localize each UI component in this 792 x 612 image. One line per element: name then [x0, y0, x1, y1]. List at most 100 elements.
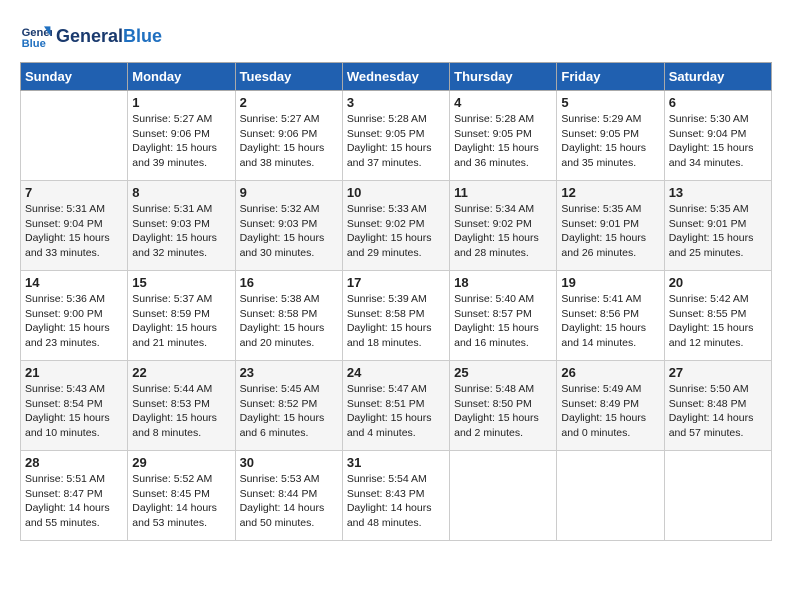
page-header: General Blue General Blue [20, 20, 772, 52]
day-number: 26 [561, 365, 659, 380]
day-info: Sunrise: 5:40 AMSunset: 8:57 PMDaylight:… [454, 292, 552, 351]
calendar-cell: 17 Sunrise: 5:39 AMSunset: 8:58 PMDayligh… [342, 271, 449, 361]
day-info: Sunrise: 5:52 AMSunset: 8:45 PMDaylight:… [132, 472, 230, 531]
day-number: 18 [454, 275, 552, 290]
day-number: 14 [25, 275, 123, 290]
calendar-cell: 13 Sunrise: 5:35 AMSunset: 9:01 PMDayligh… [664, 181, 771, 271]
day-number: 21 [25, 365, 123, 380]
day-number: 13 [669, 185, 767, 200]
calendar-cell: 24 Sunrise: 5:47 AMSunset: 8:51 PMDayligh… [342, 361, 449, 451]
day-info: Sunrise: 5:47 AMSunset: 8:51 PMDaylight:… [347, 382, 445, 441]
day-info: Sunrise: 5:35 AMSunset: 9:01 PMDaylight:… [669, 202, 767, 261]
weekday-header-tuesday: Tuesday [235, 63, 342, 91]
day-info: Sunrise: 5:36 AMSunset: 9:00 PMDaylight:… [25, 292, 123, 351]
calendar-cell: 5 Sunrise: 5:29 AMSunset: 9:05 PMDaylight… [557, 91, 664, 181]
calendar-cell: 4Sunrise: 5:28 AMSunset: 9:05 PMDaylight… [450, 91, 557, 181]
logo-icon: General Blue [20, 20, 52, 52]
calendar-week-5: 28 Sunrise: 5:51 AMSunset: 8:47 PMDayligh… [21, 451, 772, 541]
day-info: Sunrise: 5:51 AMSunset: 8:47 PMDaylight:… [25, 472, 123, 531]
calendar-cell: 27Sunrise: 5:50 AMSunset: 8:48 PMDayligh… [664, 361, 771, 451]
calendar-week-1: 1Sunrise: 5:27 AMSunset: 9:06 PMDaylight… [21, 91, 772, 181]
logo-general: General [56, 26, 123, 47]
calendar-cell: 21 Sunrise: 5:43 AMSunset: 8:54 PMDayligh… [21, 361, 128, 451]
day-number: 19 [561, 275, 659, 290]
day-info: Sunrise: 5:42 AMSunset: 8:55 PMDaylight:… [669, 292, 767, 351]
calendar-cell [21, 91, 128, 181]
weekday-header-wednesday: Wednesday [342, 63, 449, 91]
day-info: Sunrise: 5:27 AMSunset: 9:06 PMDaylight:… [240, 112, 338, 171]
day-info: Sunrise: 5:30 AMSunset: 9:04 PMDaylight:… [669, 112, 767, 171]
day-number: 28 [25, 455, 123, 470]
day-number: 30 [240, 455, 338, 470]
calendar-cell: 28 Sunrise: 5:51 AMSunset: 8:47 PMDayligh… [21, 451, 128, 541]
day-info: Sunrise: 5:31 AMSunset: 9:04 PMDaylight:… [25, 202, 123, 261]
calendar-cell: 1Sunrise: 5:27 AMSunset: 9:06 PMDaylight… [128, 91, 235, 181]
day-number: 22 [132, 365, 230, 380]
calendar-cell: 9 Sunrise: 5:32 AMSunset: 9:03 PMDaylight… [235, 181, 342, 271]
day-info: Sunrise: 5:38 AMSunset: 8:58 PMDaylight:… [240, 292, 338, 351]
calendar-cell: 3Sunrise: 5:28 AMSunset: 9:05 PMDaylight… [342, 91, 449, 181]
weekday-header-friday: Friday [557, 63, 664, 91]
day-number: 20 [669, 275, 767, 290]
calendar-cell: 23 Sunrise: 5:45 AMSunset: 8:52 PMDayligh… [235, 361, 342, 451]
calendar-cell: 14 Sunrise: 5:36 AMSunset: 9:00 PMDayligh… [21, 271, 128, 361]
calendar-cell: 29 Sunrise: 5:52 AMSunset: 8:45 PMDayligh… [128, 451, 235, 541]
weekday-header-sunday: Sunday [21, 63, 128, 91]
day-number: 5 [561, 95, 659, 110]
day-number: 2 [240, 95, 338, 110]
day-info: Sunrise: 5:32 AMSunset: 9:03 PMDaylight:… [240, 202, 338, 261]
day-info: Sunrise: 5:45 AMSunset: 8:52 PMDaylight:… [240, 382, 338, 441]
calendar-cell: 19 Sunrise: 5:41 AMSunset: 8:56 PMDayligh… [557, 271, 664, 361]
day-number: 31 [347, 455, 445, 470]
day-info: Sunrise: 5:53 AMSunset: 8:44 PMDaylight:… [240, 472, 338, 531]
day-info: Sunrise: 5:48 AMSunset: 8:50 PMDaylight:… [454, 382, 552, 441]
weekday-header-saturday: Saturday [664, 63, 771, 91]
day-number: 24 [347, 365, 445, 380]
day-info: Sunrise: 5:43 AMSunset: 8:54 PMDaylight:… [25, 382, 123, 441]
calendar-cell: 15Sunrise: 5:37 AMSunset: 8:59 PMDayligh… [128, 271, 235, 361]
calendar-cell: 10 Sunrise: 5:33 AMSunset: 9:02 PMDayligh… [342, 181, 449, 271]
day-number: 6 [669, 95, 767, 110]
calendar-cell: 12Sunrise: 5:35 AMSunset: 9:01 PMDayligh… [557, 181, 664, 271]
calendar-cell [557, 451, 664, 541]
day-number: 15 [132, 275, 230, 290]
calendar-cell [450, 451, 557, 541]
calendar-cell: 18 Sunrise: 5:40 AMSunset: 8:57 PMDayligh… [450, 271, 557, 361]
day-info: Sunrise: 5:39 AMSunset: 8:58 PMDaylight:… [347, 292, 445, 351]
day-number: 27 [669, 365, 767, 380]
weekday-header-monday: Monday [128, 63, 235, 91]
day-number: 12 [561, 185, 659, 200]
day-number: 7 [25, 185, 123, 200]
calendar-cell: 8Sunrise: 5:31 AMSunset: 9:03 PMDaylight… [128, 181, 235, 271]
day-info: Sunrise: 5:33 AMSunset: 9:02 PMDaylight:… [347, 202, 445, 261]
day-number: 11 [454, 185, 552, 200]
day-info: Sunrise: 5:41 AMSunset: 8:56 PMDaylight:… [561, 292, 659, 351]
calendar-cell: 6 Sunrise: 5:30 AMSunset: 9:04 PMDaylight… [664, 91, 771, 181]
weekday-header-thursday: Thursday [450, 63, 557, 91]
day-number: 23 [240, 365, 338, 380]
calendar-cell: 22Sunrise: 5:44 AMSunset: 8:53 PMDayligh… [128, 361, 235, 451]
calendar-cell [664, 451, 771, 541]
day-number: 3 [347, 95, 445, 110]
calendar-week-3: 14 Sunrise: 5:36 AMSunset: 9:00 PMDayligh… [21, 271, 772, 361]
day-number: 10 [347, 185, 445, 200]
calendar-cell: 25Sunrise: 5:48 AMSunset: 8:50 PMDayligh… [450, 361, 557, 451]
calendar-cell: 20 Sunrise: 5:42 AMSunset: 8:55 PMDayligh… [664, 271, 771, 361]
calendar-cell: 30 Sunrise: 5:53 AMSunset: 8:44 PMDayligh… [235, 451, 342, 541]
calendar-cell: 2 Sunrise: 5:27 AMSunset: 9:06 PMDaylight… [235, 91, 342, 181]
weekday-header-row: SundayMondayTuesdayWednesdayThursdayFrid… [21, 63, 772, 91]
day-number: 29 [132, 455, 230, 470]
calendar-cell: 7 Sunrise: 5:31 AMSunset: 9:04 PMDaylight… [21, 181, 128, 271]
day-info: Sunrise: 5:31 AMSunset: 9:03 PMDaylight:… [132, 202, 230, 261]
day-info: Sunrise: 5:54 AMSunset: 8:43 PMDaylight:… [347, 472, 445, 531]
day-number: 9 [240, 185, 338, 200]
calendar-cell: 31 Sunrise: 5:54 AMSunset: 8:43 PMDayligh… [342, 451, 449, 541]
calendar-cell: 11Sunrise: 5:34 AMSunset: 9:02 PMDayligh… [450, 181, 557, 271]
calendar-week-4: 21 Sunrise: 5:43 AMSunset: 8:54 PMDayligh… [21, 361, 772, 451]
day-number: 17 [347, 275, 445, 290]
calendar-cell: 16Sunrise: 5:38 AMSunset: 8:58 PMDayligh… [235, 271, 342, 361]
day-number: 4 [454, 95, 552, 110]
day-info: Sunrise: 5:29 AMSunset: 9:05 PMDaylight:… [561, 112, 659, 171]
calendar-table: SundayMondayTuesdayWednesdayThursdayFrid… [20, 62, 772, 541]
svg-text:Blue: Blue [22, 38, 46, 50]
